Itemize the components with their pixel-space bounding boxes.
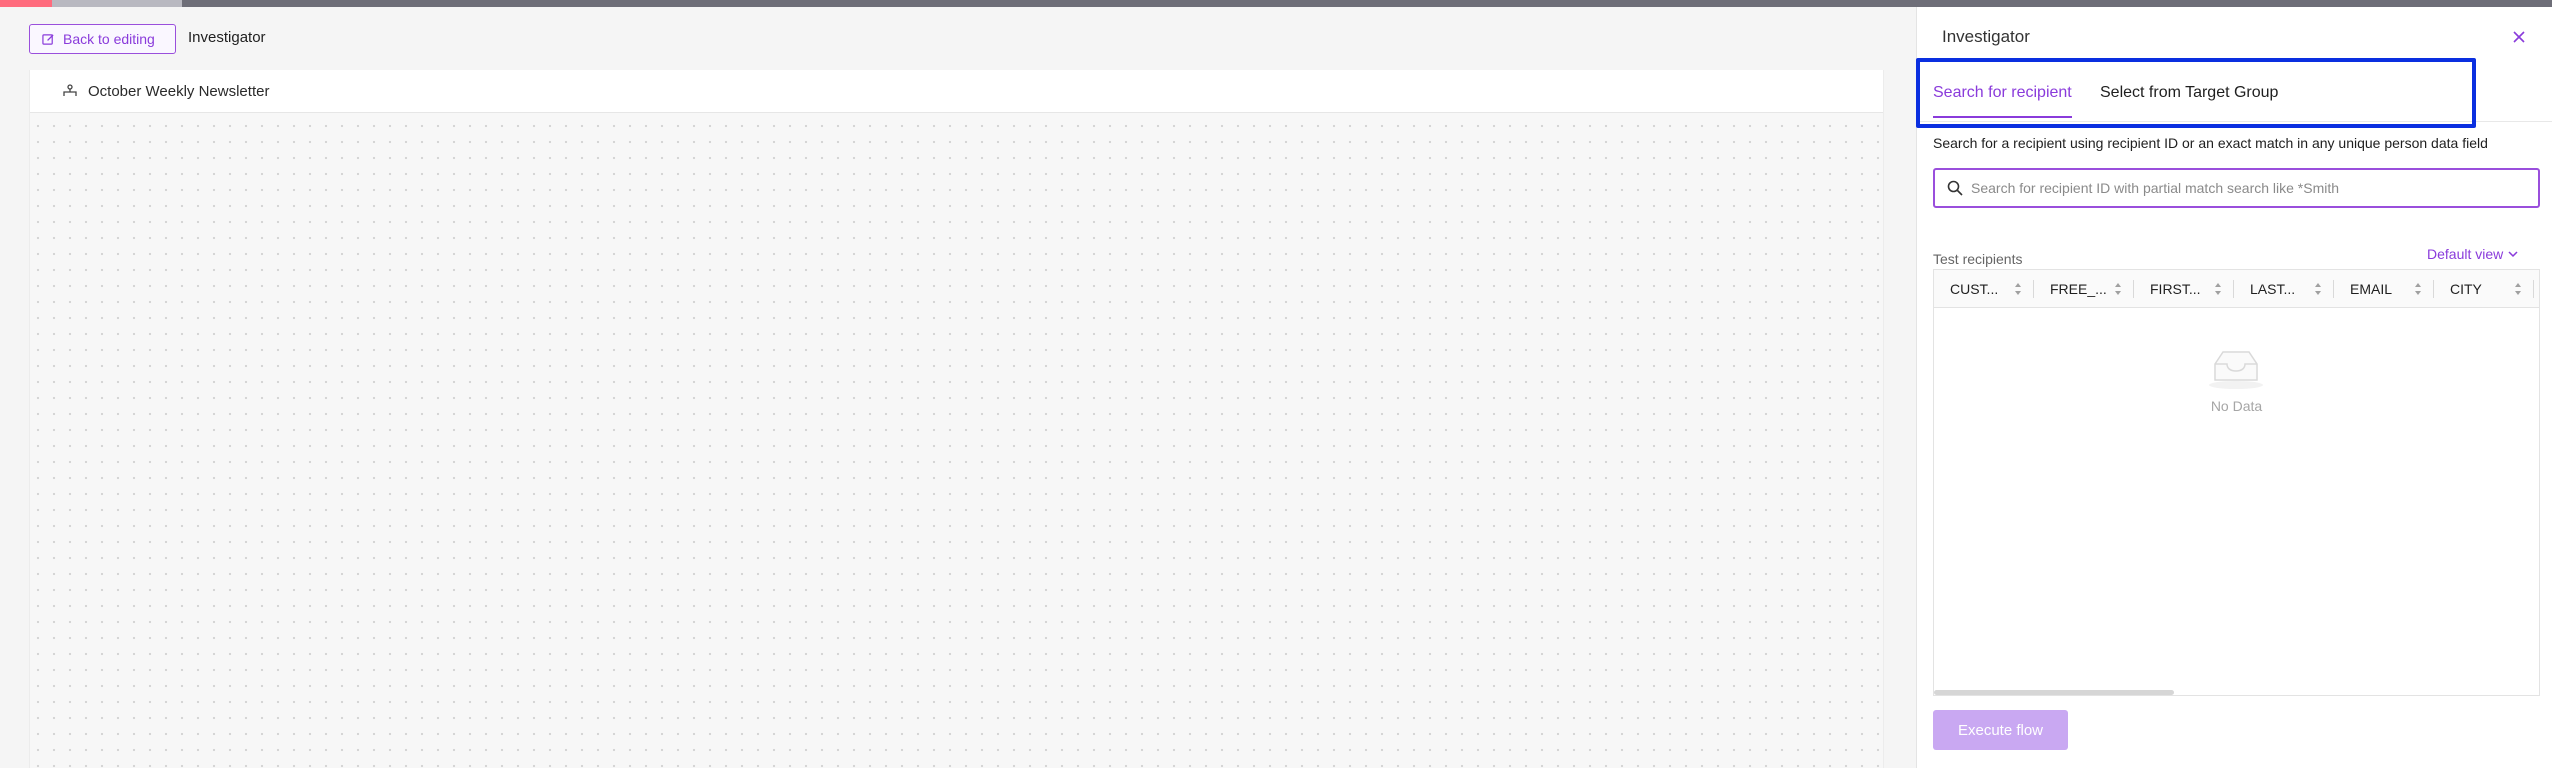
recipient-search-input[interactable] (1971, 180, 2531, 196)
progress-segment-light (52, 0, 182, 7)
top-progress-bar (0, 0, 2552, 7)
progress-segment-active (0, 0, 52, 7)
recipient-search (1933, 168, 2540, 208)
inbox-icon (2209, 351, 2263, 389)
column-label: CUST... (1950, 281, 1999, 297)
column-header-cust[interactable]: CUST... (1934, 270, 2034, 308)
active-tab-underline (1933, 116, 2072, 118)
test-recipients-label: Test recipients (1933, 251, 2023, 267)
column-label: EMAIL (2350, 281, 2393, 297)
back-to-editing-label: Back to editing (63, 31, 155, 47)
empty-state: No Data (1934, 308, 2539, 438)
flow-icon (63, 84, 77, 96)
column-label: CITY (2450, 281, 2482, 297)
sort-icon (2015, 283, 2021, 295)
back-to-editing-button[interactable]: Back to editing (29, 24, 176, 54)
column-header-city[interactable]: CITY (2434, 270, 2534, 308)
newsletter-title: October Weekly Newsletter (88, 82, 270, 100)
column-label: LAST... (2250, 281, 2296, 297)
column-label: FREE_... (2050, 281, 2107, 297)
tab-bar: Search for recipient Select from Target … (1916, 58, 2552, 128)
chevron-down-icon (2508, 251, 2518, 258)
sort-icon (2115, 283, 2121, 295)
search-description: Search for a recipient using recipient I… (1933, 135, 2488, 151)
horizontal-scrollbar[interactable] (1934, 690, 2174, 695)
sort-icon (2215, 283, 2221, 295)
tab-select-from-target-group[interactable]: Select from Target Group (2100, 84, 2278, 102)
canvas-header: October Weekly Newsletter (30, 70, 1883, 113)
sort-icon (2515, 283, 2521, 295)
tab-search-for-recipient[interactable]: Search for recipient (1933, 84, 2072, 118)
recipients-table: CUST... FREE_... FIRST... LAST... EMAIL … (1933, 269, 2540, 696)
panel-title: Investigator (1942, 27, 2030, 46)
execute-flow-button[interactable]: Execute flow (1933, 710, 2068, 750)
column-header-email[interactable]: EMAIL (2334, 270, 2434, 308)
no-data-text: No Data (2210, 398, 2263, 414)
edit-icon (42, 33, 54, 45)
view-selector-label: Default view (2427, 246, 2504, 262)
column-header-last[interactable]: LAST... (2234, 270, 2334, 308)
table-header: CUST... FREE_... FIRST... LAST... EMAIL … (1934, 270, 2539, 308)
column-header-first[interactable]: FIRST... (2134, 270, 2234, 308)
column-header-free[interactable]: FREE_... (2034, 270, 2134, 308)
search-icon (1947, 180, 1963, 196)
tab-label: Select from Target Group (2100, 84, 2279, 101)
close-icon[interactable] (2511, 29, 2527, 45)
sort-icon (2415, 283, 2421, 295)
flow-canvas[interactable]: October Weekly Newsletter (29, 70, 1884, 768)
investigator-panel: Investigator Search for recipient Select… (1916, 7, 2552, 768)
view-selector[interactable]: Default view (2427, 246, 2518, 262)
sort-icon (2315, 283, 2321, 295)
breadcrumb-current: Investigator (188, 29, 266, 46)
column-label: FIRST... (2150, 281, 2201, 297)
tab-label: Search for recipient (1933, 84, 2072, 101)
